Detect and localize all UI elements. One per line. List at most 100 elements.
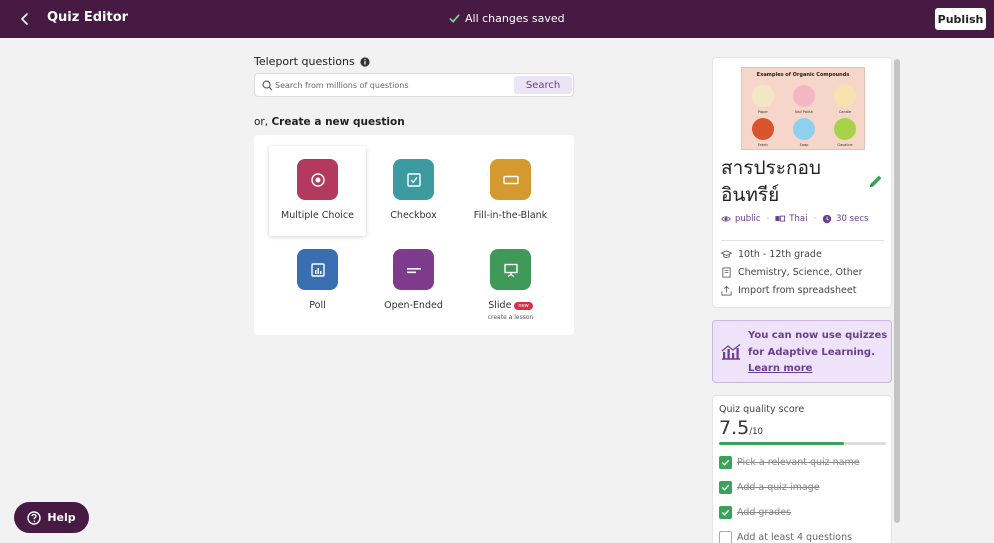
checkbox-icon: [406, 172, 421, 187]
clock-icon: [822, 214, 832, 224]
checklist-text: Add grades: [737, 507, 791, 518]
soap-image-icon: [793, 118, 815, 140]
learn-more-link[interactable]: Learn more: [748, 363, 812, 374]
checklist-item[interactable]: Add a quiz image: [719, 481, 820, 494]
check-icon: [449, 14, 460, 23]
save-status-text: All changes saved: [465, 12, 565, 25]
checklist-item[interactable]: Pick a relevant quiz name: [719, 456, 860, 469]
quality-score: 7.5/10: [719, 417, 763, 439]
import-text: Import from spreadsheet: [738, 285, 857, 296]
quiz-name[interactable]: สารประกอบอินทรีย์: [721, 155, 861, 209]
qtype-multiple-choice[interactable]: Multiple Choice: [269, 146, 366, 236]
pencil-edit-icon[interactable]: [868, 173, 884, 189]
qtype-poll[interactable]: Poll: [269, 236, 366, 326]
nail-polish-image-icon: [793, 85, 815, 107]
qtype-sublabel: create a lesson: [487, 314, 534, 321]
qtype-tile: [297, 159, 338, 200]
qtype-label: Multiple Choice: [281, 210, 354, 221]
qtype-tile: [490, 249, 531, 290]
publish-button[interactable]: Publish: [935, 8, 986, 30]
upload-icon: [721, 285, 732, 296]
divider: [721, 240, 884, 241]
score-value: 7.5: [719, 417, 750, 439]
separator: ·: [766, 214, 770, 224]
quality-title: Quiz quality score: [719, 404, 805, 415]
checkbox-checked-icon[interactable]: [719, 481, 732, 494]
save-status: All changes saved: [449, 12, 565, 25]
create-title: Create a new question: [271, 116, 405, 128]
image-label: Fabric: [757, 143, 769, 147]
adaptive-message: You can now use quizzes for Adaptive Lea…: [748, 328, 888, 378]
quiz-cover-image[interactable]: Examples of Organic Compounds Paper Nail…: [741, 67, 865, 150]
visibility-label[interactable]: public: [735, 214, 761, 224]
checkbox-checked-icon[interactable]: [719, 506, 732, 519]
paper-image-icon: [752, 85, 774, 107]
quiz-meta: public · Thai · 30 secs: [721, 214, 868, 224]
question-types-panel: Multiple Choice Checkbox Fill-in-the-Bla…: [254, 135, 574, 335]
image-label: Soap: [799, 143, 809, 147]
question-search-bar: Search: [254, 73, 574, 97]
checklist-text: Pick a relevant quiz name: [737, 457, 860, 468]
blank-box-icon: [502, 175, 519, 184]
quality-score-card: Quiz quality score 7.5/10 Pick a relevan…: [712, 395, 892, 543]
candle-image-icon: [834, 85, 856, 107]
qtype-label: Open-Ended: [384, 300, 443, 311]
quiz-info-card: Examples of Organic Compounds Paper Nail…: [712, 57, 892, 308]
bar-chart-icon: [310, 262, 325, 277]
checkbox-empty-icon[interactable]: [719, 531, 732, 543]
qtype-label-row: Slide new: [462, 300, 559, 311]
qtype-tile: [297, 249, 338, 290]
top-bar: Quiz Editor All changes saved Publish: [0, 0, 994, 38]
checklist-text: Add at least 4 questions: [737, 532, 853, 543]
search-button[interactable]: Search: [514, 76, 572, 94]
qtype-tile: [490, 159, 531, 200]
adaptive-learning-card: You can now use quizzes for Adaptive Lea…: [712, 320, 892, 383]
presentation-icon: [503, 263, 518, 277]
subjects-row[interactable]: Chemistry, Science, Other: [721, 267, 862, 278]
new-badge: new: [514, 301, 533, 310]
text-lines-icon: [406, 267, 421, 273]
qtype-label: Poll: [309, 300, 326, 311]
analytics-chart-icon: [721, 344, 741, 360]
book-icon: [722, 267, 731, 278]
qtype-open-ended[interactable]: Open-Ended: [365, 236, 462, 326]
adaptive-text: You can now use quizzes for Adaptive Lea…: [748, 330, 888, 358]
fabric-image-icon: [752, 118, 774, 140]
checklist-text: Add a quiz image: [737, 482, 820, 493]
qtype-slide[interactable]: Slide new create a lesson: [462, 236, 559, 326]
help-label: Help: [47, 511, 76, 524]
help-button[interactable]: Help: [14, 502, 89, 533]
image-label: Candle: [838, 110, 852, 114]
eye-icon: [721, 216, 731, 222]
question-search-input[interactable]: [275, 77, 513, 94]
app-title: Quiz Editor: [47, 10, 129, 25]
checkbox-checked-icon[interactable]: [719, 456, 732, 469]
grade-row[interactable]: 10th - 12th grade: [721, 249, 822, 260]
search-icon: [262, 80, 273, 91]
teleport-title: Teleport questions: [254, 55, 355, 68]
import-spreadsheet-row[interactable]: Import from spreadsheet: [721, 285, 856, 296]
create-heading: or, Create a new question: [254, 116, 405, 128]
language-label[interactable]: Thai: [789, 214, 807, 224]
quality-progress-fill: [719, 442, 845, 445]
checklist-item[interactable]: Add grades: [719, 506, 791, 519]
sidebar-scrollbar[interactable]: [893, 57, 902, 543]
qtype-tile: [393, 159, 434, 200]
qtype-label: Fill-in-the-Blank: [473, 210, 548, 221]
qtype-checkbox[interactable]: Checkbox: [365, 146, 462, 236]
back-arrow-icon[interactable]: [16, 10, 34, 28]
info-icon[interactable]: [360, 56, 370, 67]
checklist-item[interactable]: Add at least 4 questions: [719, 531, 852, 543]
image-title: Examples of Organic Compounds: [756, 72, 850, 78]
image-label: Gasoline: [837, 143, 853, 147]
qtype-label: Checkbox: [390, 210, 437, 221]
scrollbar-thumb[interactable]: [894, 59, 900, 523]
duration-label[interactable]: 30 secs: [836, 214, 868, 224]
score-max: /10: [749, 427, 763, 437]
qtype-label: Slide: [488, 300, 512, 311]
subjects-text: Chemistry, Science, Other: [738, 267, 863, 278]
create-prefix: or,: [254, 116, 269, 128]
question-mark-icon: [27, 510, 42, 525]
qtype-fill-in-the-blank[interactable]: Fill-in-the-Blank: [462, 146, 559, 236]
separator: ·: [813, 214, 817, 224]
